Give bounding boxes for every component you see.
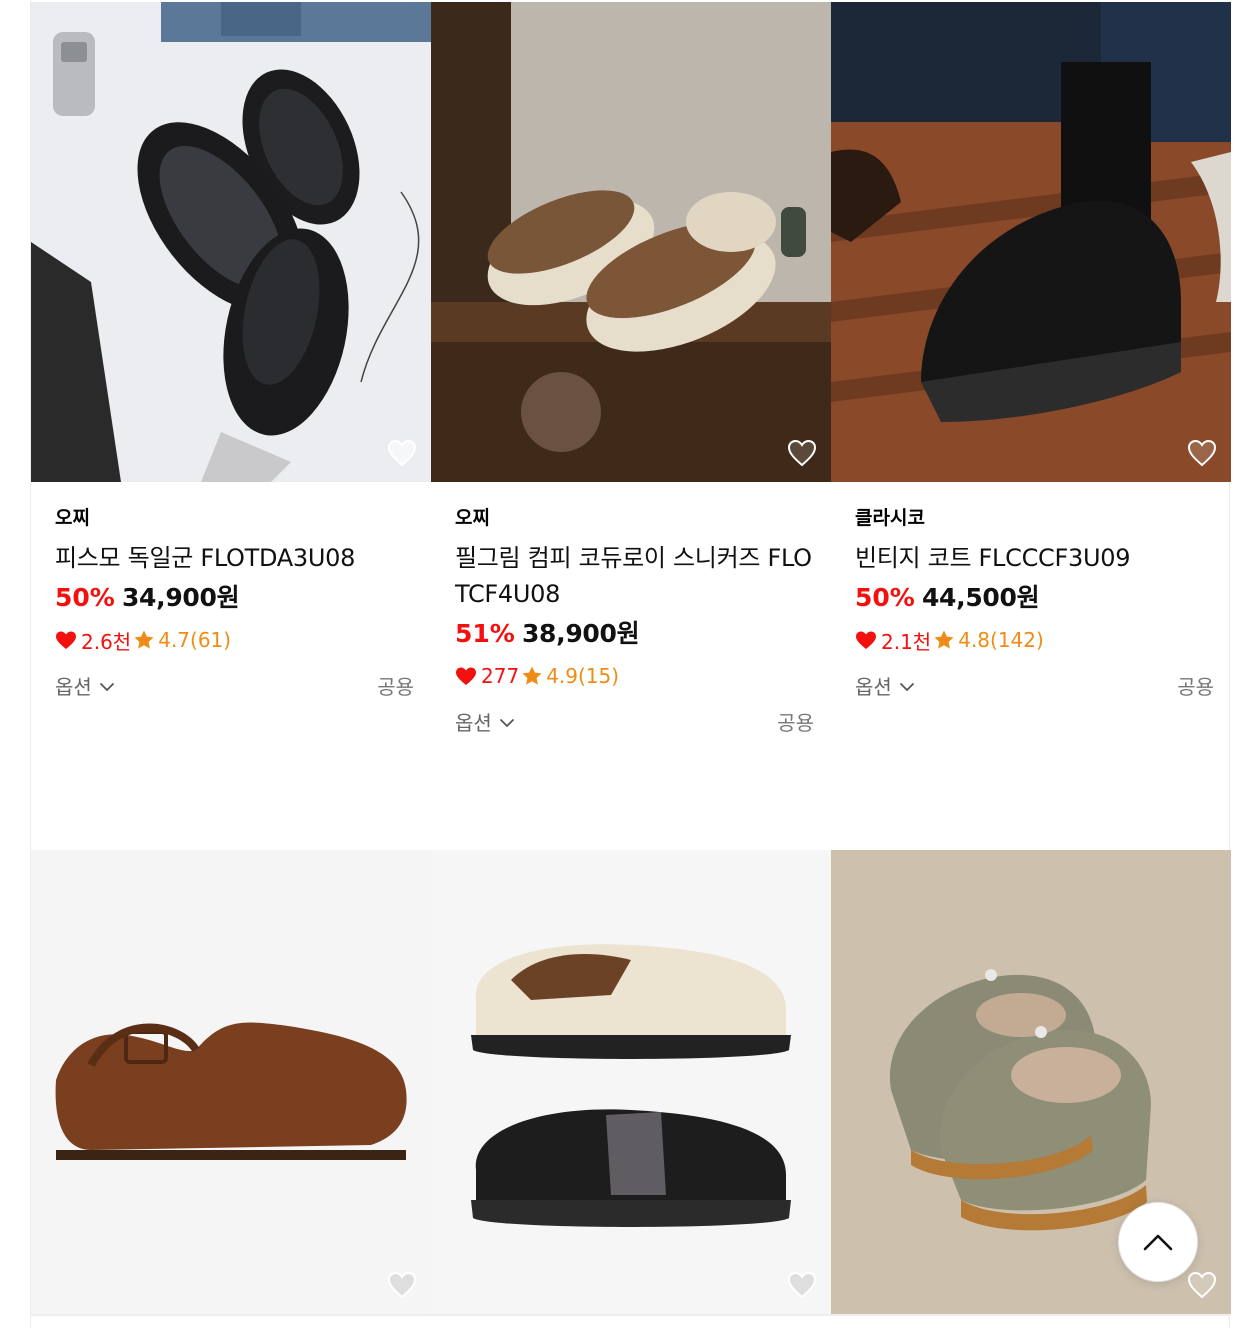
gender-label: 공용 xyxy=(777,710,814,735)
discount-rate: 51% xyxy=(455,619,515,648)
wishlist-heart-icon[interactable] xyxy=(786,1270,818,1300)
option-row: 옵션 공용 xyxy=(455,707,814,736)
product-title[interactable]: 빈티지 코트 FLCCCF3U09 xyxy=(855,540,1214,576)
chevron-down-icon xyxy=(499,718,514,727)
option-row: 옵션 공용 xyxy=(55,671,414,700)
brand-name[interactable]: 클라시코 xyxy=(855,506,1214,530)
option-dropdown[interactable]: 옵션 xyxy=(55,671,115,700)
option-row: 옵션 공용 xyxy=(855,671,1214,700)
option-dropdown[interactable]: 옵션 xyxy=(855,671,915,700)
like-count: 277 xyxy=(481,664,520,688)
product-image[interactable] xyxy=(431,2,831,482)
chevron-down-icon xyxy=(899,682,914,691)
brand-name[interactable]: 오찌 xyxy=(455,506,814,530)
option-dropdown[interactable]: 옵션 xyxy=(455,707,515,736)
product-stats: 2.6천 4.7(61) xyxy=(55,627,414,654)
product-card[interactable]: 오찌 필그림 컴피 코듀로이 스니커즈 FLOTCF4U08 51% 38,90… xyxy=(431,0,831,736)
wishlist-heart-icon[interactable] xyxy=(786,438,818,468)
product-photo xyxy=(431,850,831,1314)
price-row: 50% 34,900원 xyxy=(55,581,414,618)
product-card[interactable] xyxy=(31,850,431,1314)
product-image[interactable] xyxy=(431,850,831,1314)
gender-label: 공용 xyxy=(377,674,414,699)
product-title[interactable]: 필그림 컴피 코듀로이 스니커즈 FLOTCF4U08 xyxy=(455,540,814,612)
product-photo xyxy=(31,2,431,482)
sale-price: 44,500원 xyxy=(921,583,1040,612)
wishlist-heart-icon[interactable] xyxy=(386,1270,418,1300)
product-card[interactable]: 오찌 피스모 독일군 FLOTDA3U08 50% 34,900원 2.6천 4… xyxy=(31,0,431,700)
chevron-down-icon xyxy=(99,682,114,691)
rating-score: 4.8(142) xyxy=(958,628,1044,652)
product-info: 클라시코 빈티지 코트 FLCCCF3U09 50% 44,500원 2.1천 … xyxy=(831,482,1231,700)
wishlist-heart-icon[interactable] xyxy=(1186,1270,1218,1300)
wishlist-heart-icon[interactable] xyxy=(386,438,418,468)
sale-price: 38,900원 xyxy=(521,619,640,648)
star-icon xyxy=(934,630,954,649)
product-photo xyxy=(831,2,1231,482)
product-photo xyxy=(431,2,831,482)
product-stats: 2.1천 4.8(142) xyxy=(855,627,1214,654)
rating-score: 4.7(61) xyxy=(158,628,232,652)
option-label: 옵션 xyxy=(55,674,92,699)
option-label: 옵션 xyxy=(855,674,892,699)
heart-icon xyxy=(856,631,876,649)
star-icon xyxy=(522,666,542,685)
gender-label: 공용 xyxy=(1177,674,1214,699)
scroll-to-top-button[interactable] xyxy=(1118,1202,1198,1282)
product-info: 오찌 필그림 컴피 코듀로이 스니커즈 FLOTCF4U08 51% 38,90… xyxy=(431,482,831,736)
like-count: 2.6천 xyxy=(81,629,132,654)
sale-price: 34,900원 xyxy=(121,583,240,612)
product-photo xyxy=(31,850,431,1314)
wishlist-heart-icon[interactable] xyxy=(1186,438,1218,468)
like-count: 2.1천 xyxy=(881,629,932,654)
price-row: 50% 44,500원 xyxy=(855,581,1214,618)
product-info: 오찌 피스모 독일군 FLOTDA3U08 50% 34,900원 2.6천 4… xyxy=(31,482,431,700)
product-image[interactable] xyxy=(31,2,431,482)
brand-name[interactable]: 오찌 xyxy=(55,506,414,530)
discount-rate: 50% xyxy=(855,583,915,612)
rating-score: 4.9(15) xyxy=(546,664,620,688)
product-title[interactable]: 피스모 독일군 FLOTDA3U08 xyxy=(55,540,414,576)
discount-rate: 50% xyxy=(55,583,115,612)
product-card[interactable] xyxy=(431,850,831,1314)
product-grid: 오찌 피스모 독일군 FLOTDA3U08 50% 34,900원 2.6천 4… xyxy=(30,0,1231,1328)
star-icon xyxy=(134,630,154,649)
chevron-up-icon xyxy=(1143,1234,1173,1251)
product-image[interactable] xyxy=(831,2,1231,482)
product-card[interactable]: 클라시코 빈티지 코트 FLCCCF3U09 50% 44,500원 2.1천 … xyxy=(831,0,1231,700)
option-label: 옵션 xyxy=(455,710,492,735)
heart-icon xyxy=(56,631,76,649)
price-row: 51% 38,900원 xyxy=(455,617,814,654)
product-stats: 277 4.9(15) xyxy=(455,663,814,689)
product-image[interactable] xyxy=(31,850,431,1314)
divider xyxy=(30,1314,1230,1316)
heart-icon xyxy=(456,667,476,685)
